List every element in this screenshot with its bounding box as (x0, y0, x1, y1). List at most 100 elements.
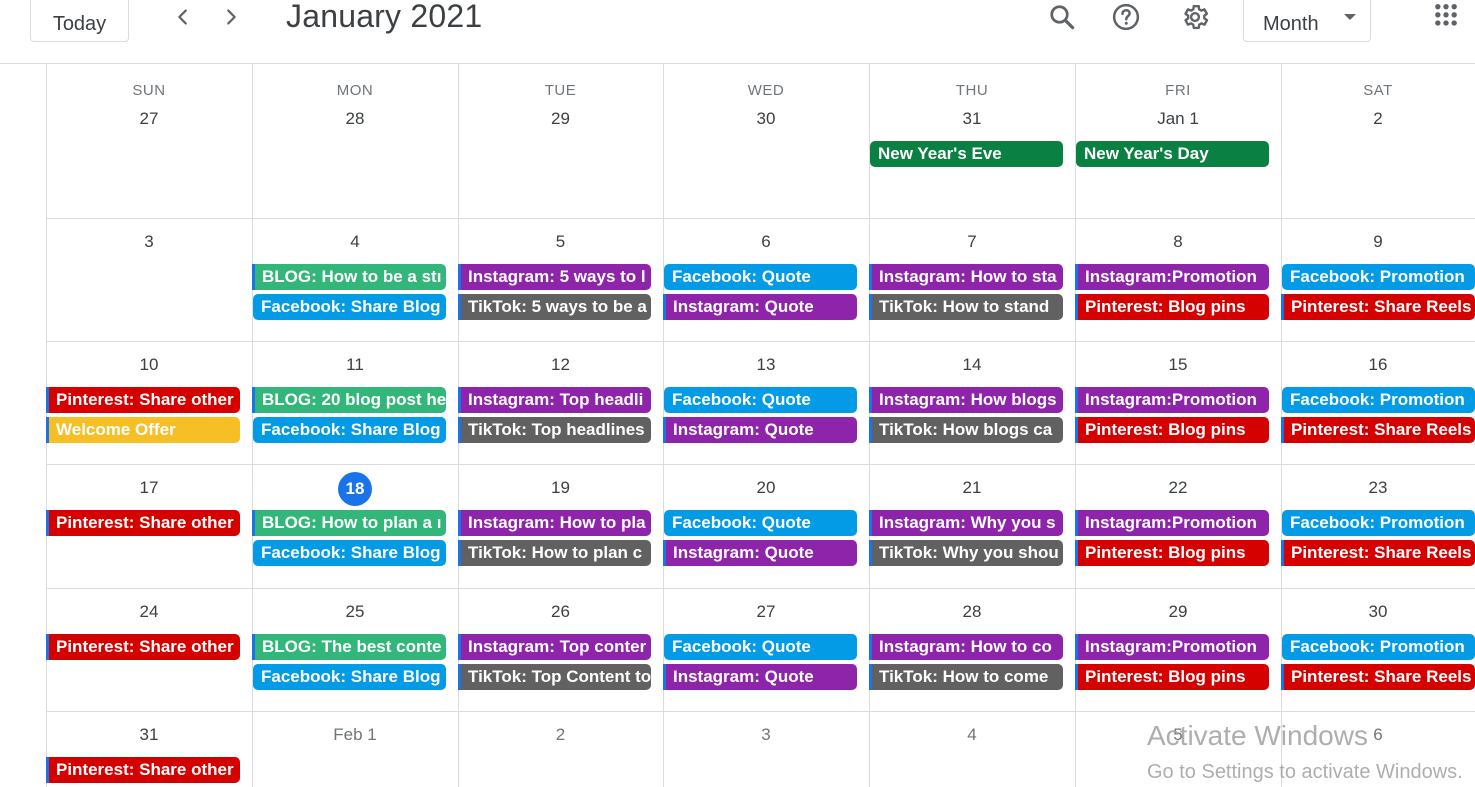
calendar-event[interactable]: Instagram:Promotion (1075, 510, 1269, 536)
day-number[interactable]: 9 (1281, 227, 1475, 257)
previous-month-button[interactable] (168, 2, 198, 32)
day-cell[interactable]: 16 Facebook: Promotion Pinterest: Share Re… (1281, 341, 1475, 464)
day-number[interactable]: 4 (252, 227, 458, 257)
day-cell[interactable]: 19 Instagram: How to pla TikTok: How to pl… (458, 464, 663, 588)
calendar-event[interactable]: Facebook: Share Blog (253, 294, 446, 320)
calendar-event[interactable]: Facebook: Quote (664, 264, 857, 290)
day-cell[interactable]: 23 Facebook: Promotion Pinterest: Share Re… (1281, 464, 1475, 588)
day-cell[interactable]: 27 Facebook: Quote Instagram: Quote (663, 588, 869, 711)
calendar-event[interactable]: New Year's Day (1076, 141, 1269, 167)
day-number[interactable]: 16 (1281, 350, 1475, 380)
day-cell[interactable]: 26 Instagram: Top conter TikTok: Top Conte… (458, 588, 663, 711)
calendar-event[interactable]: Pinterest: Share other (46, 757, 240, 783)
calendar-event[interactable]: Instagram: Quote (663, 294, 857, 320)
day-number[interactable]: 28 (252, 104, 458, 134)
day-number[interactable]: 22 (1075, 473, 1281, 503)
calendar-event[interactable]: Instagram: Quote (663, 540, 857, 566)
day-cell[interactable]: 22 Instagram:Promotion Pinterest: Blog pin… (1075, 464, 1281, 588)
calendar-event[interactable]: Instagram: How to sta (869, 264, 1063, 290)
calendar-event[interactable]: Facebook: Share Blog (253, 417, 446, 443)
day-number[interactable]: 29 (458, 104, 663, 134)
settings-button[interactable] (1178, 0, 1212, 34)
day-number[interactable]: 2 (1281, 104, 1475, 134)
day-cell[interactable]: 4 BLOG: How to be a stı Facebook: Share Bl… (252, 218, 458, 341)
calendar-event[interactable]: Instagram:Promotion (1075, 387, 1269, 413)
calendar-event[interactable]: BLOG: How to be a stı (252, 264, 446, 290)
calendar-event[interactable]: Pinterest: Blog pins (1075, 664, 1269, 690)
calendar-event[interactable]: Facebook: Quote (664, 510, 857, 536)
day-number[interactable]: 2 (458, 720, 663, 750)
apps-grid-icon[interactable] (1432, 2, 1460, 30)
calendar-event[interactable]: Pinterest: Share Reels (1281, 417, 1475, 443)
day-cell[interactable]: 28 Instagram: How to co TikTok: How to com… (869, 588, 1075, 711)
calendar-event[interactable]: Instagram: Quote (663, 417, 857, 443)
calendar-event[interactable]: Instagram: Top conter (458, 634, 651, 660)
day-cell[interactable]: Feb 1 (252, 711, 458, 787)
day-cell[interactable]: 9 Facebook: Promotion Pinterest: Share Ree… (1281, 218, 1475, 341)
today-button[interactable]: Today (30, 0, 129, 42)
day-number[interactable]: 20 (663, 473, 869, 503)
day-cell[interactable]: 3 (46, 218, 252, 341)
day-number[interactable]: 29 (1075, 597, 1281, 627)
day-number[interactable]: 13 (663, 350, 869, 380)
calendar-event[interactable]: Pinterest: Share Reels (1281, 540, 1475, 566)
calendar-event[interactable]: Pinterest: Blog pins (1075, 540, 1269, 566)
calendar-event[interactable]: TikTok: How to come (869, 664, 1063, 690)
day-number[interactable]: 6 (663, 227, 869, 257)
calendar-event[interactable]: Facebook: Share Blog (253, 664, 446, 690)
calendar-event[interactable]: Facebook: Promotion (1282, 387, 1475, 413)
day-number[interactable]: 3 (46, 227, 252, 257)
calendar-event[interactable]: Pinterest: Share other (46, 634, 240, 660)
day-number[interactable]: 4 (869, 720, 1075, 750)
help-button[interactable] (1109, 0, 1143, 34)
day-cell[interactable]: 20 Facebook: Quote Instagram: Quote (663, 464, 869, 588)
calendar-event[interactable]: Instagram: How to pla (458, 510, 651, 536)
day-number[interactable]: 5 (458, 227, 663, 257)
calendar-event[interactable]: Instagram: 5 ways to l (458, 264, 651, 290)
calendar-event[interactable]: New Year's Eve (870, 141, 1063, 167)
calendar-event[interactable]: Instagram: How to co (869, 634, 1063, 660)
calendar-event[interactable]: Pinterest: Share Reels (1281, 664, 1475, 690)
day-number[interactable]: 30 (1281, 597, 1475, 627)
calendar-event[interactable]: BLOG: 20 blog post he (252, 387, 446, 413)
day-cell[interactable]: 14 Instagram: How blogs TikTok: How blogs … (869, 341, 1075, 464)
day-number[interactable]: 24 (46, 597, 252, 627)
day-cell[interactable]: 6 Facebook: Quote Instagram: Quote (663, 218, 869, 341)
calendar-event[interactable]: Pinterest: Share Reels (1281, 294, 1475, 320)
day-cell[interactable]: 31 Pinterest: Share other (46, 711, 252, 787)
day-cell[interactable]: 8 Instagram:Promotion Pinterest: Blog pins (1075, 218, 1281, 341)
day-cell[interactable]: 17 Pinterest: Share other (46, 464, 252, 588)
day-cell[interactable]: 25 BLOG: The best conte Facebook: Share Bl… (252, 588, 458, 711)
search-button[interactable] (1045, 0, 1079, 34)
calendar-event[interactable]: TikTok: Top headlines (458, 417, 651, 443)
day-number[interactable]: 12 (458, 350, 663, 380)
day-cell[interactable]: 4 (869, 711, 1075, 787)
view-switcher[interactable]: Month (1243, 0, 1371, 42)
day-cell[interactable]: 29 (458, 64, 663, 218)
calendar-event[interactable]: Facebook: Share Blog (253, 540, 446, 566)
day-cell[interactable]: 7 Instagram: How to sta TikTok: How to sta… (869, 218, 1075, 341)
day-number[interactable]: 7 (869, 227, 1075, 257)
calendar-event[interactable]: Pinterest: Blog pins (1075, 417, 1269, 443)
day-cell[interactable]: 11 BLOG: 20 blog post he Facebook: Share B… (252, 341, 458, 464)
day-cell[interactable]: 5 Instagram: 5 ways to l TikTok: 5 ways to… (458, 218, 663, 341)
day-cell[interactable]: 28 (252, 64, 458, 218)
day-cell[interactable]: 15 Instagram:Promotion Pinterest: Blog pin… (1075, 341, 1281, 464)
calendar-event[interactable]: TikTok: How to plan c (458, 540, 651, 566)
calendar-event[interactable]: Facebook: Promotion (1282, 264, 1475, 290)
day-number[interactable]: 17 (46, 473, 252, 503)
day-number[interactable]: 15 (1075, 350, 1281, 380)
day-cell[interactable]: 13 Facebook: Quote Instagram: Quote (663, 341, 869, 464)
next-month-button[interactable] (216, 2, 246, 32)
today-date-badge[interactable]: 18 (338, 472, 372, 506)
calendar-event[interactable]: TikTok: Top Content to (458, 664, 651, 690)
day-cell[interactable]: 27 (46, 64, 252, 218)
day-number[interactable]: 31 (46, 720, 252, 750)
calendar-event[interactable]: Instagram: How blogs (869, 387, 1063, 413)
day-number[interactable]: 25 (252, 597, 458, 627)
calendar-event[interactable]: TikTok: 5 ways to be a (458, 294, 651, 320)
calendar-event[interactable]: Facebook: Quote (664, 387, 857, 413)
day-cell[interactable]: 10 Pinterest: Share other Welcome Offer (46, 341, 252, 464)
day-number[interactable]: 27 (663, 597, 869, 627)
day-number[interactable]: Jan 1 (1075, 104, 1281, 134)
